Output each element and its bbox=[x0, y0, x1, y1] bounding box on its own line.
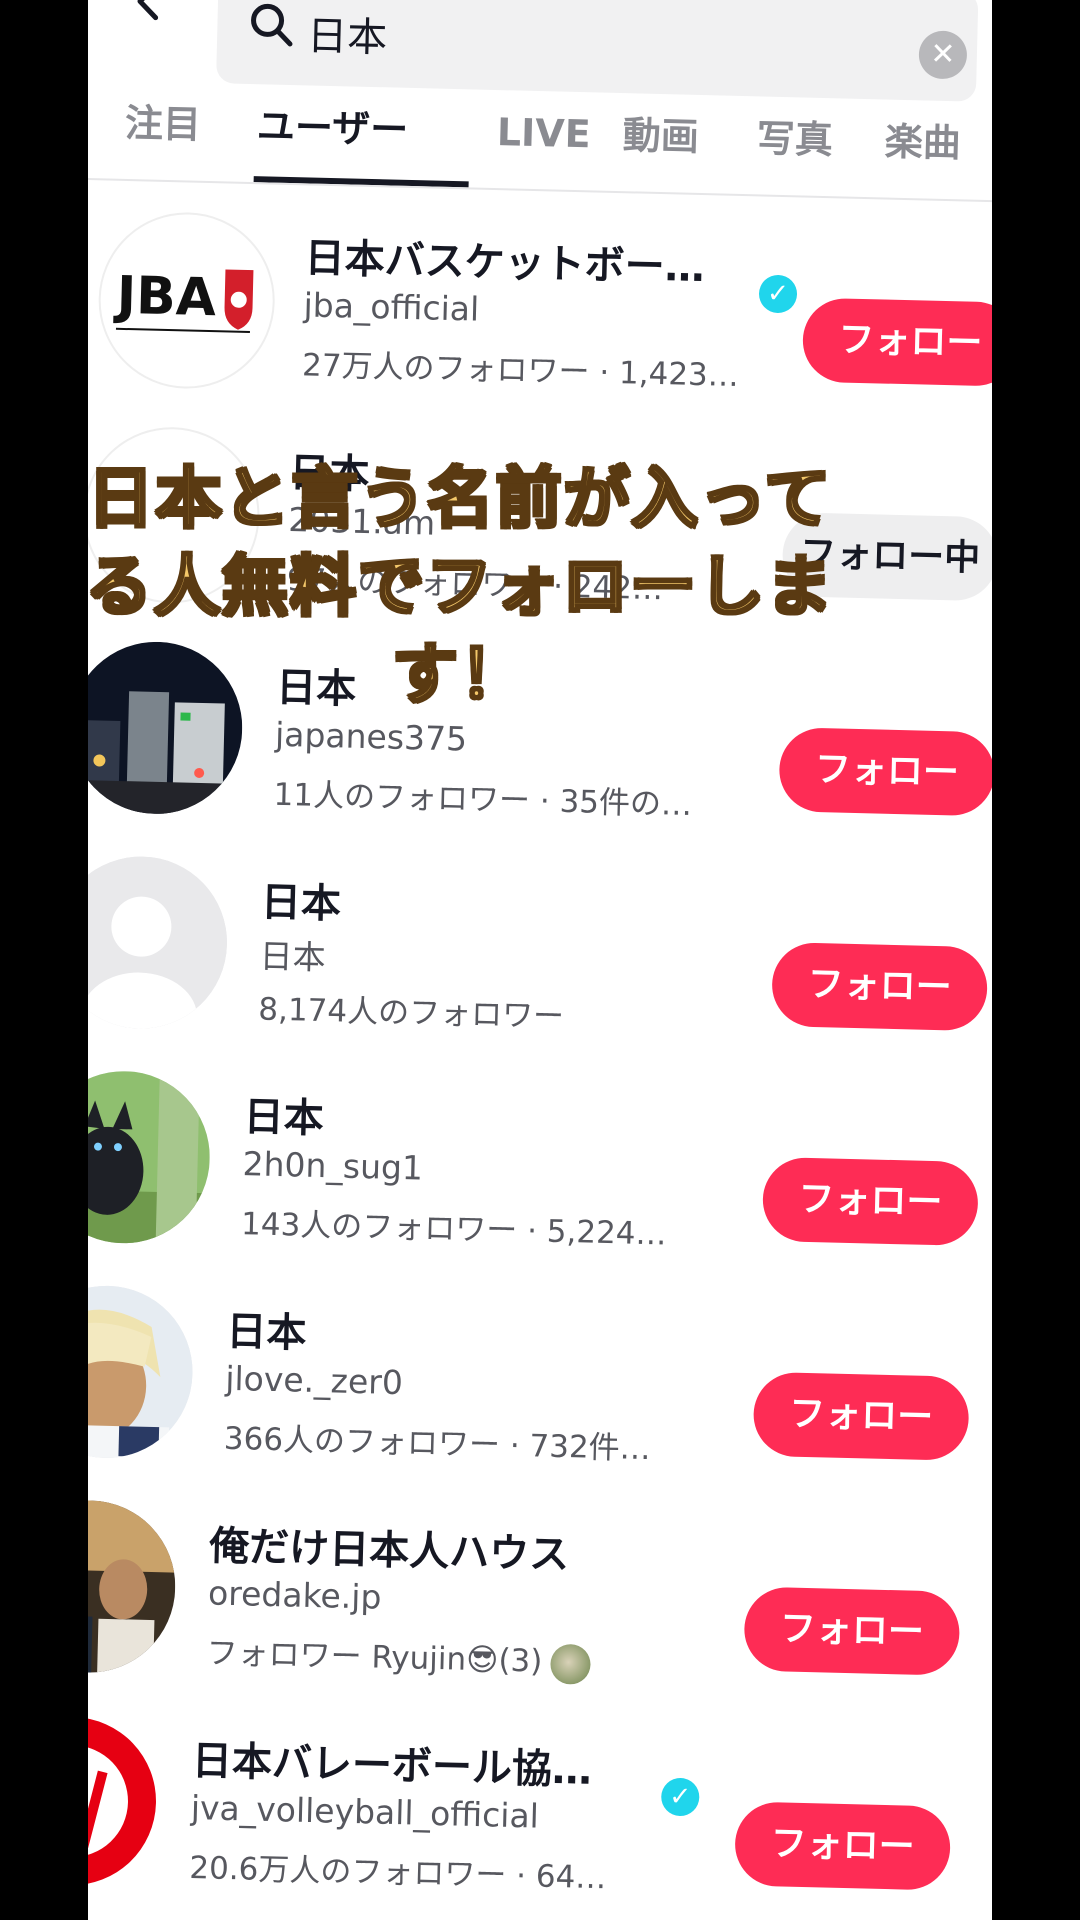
default-user-icon bbox=[88, 854, 230, 1031]
follow-button[interactable]: フォロー bbox=[771, 942, 989, 1032]
follow-button[interactable]: フォロー bbox=[743, 1586, 961, 1676]
list-item[interactable]: 日本 2h0n_sug1 143人のフォロワー · 5,224… フォロー bbox=[88, 1069, 992, 1283]
mutual-follower-avatar bbox=[549, 1643, 591, 1685]
user-meta: 366人のフォロワー · 732件… bbox=[223, 1420, 652, 1468]
search-input[interactable]: 日本 bbox=[307, 3, 388, 63]
search-tabs: 注目 ユーザー LIVE 動画 写真 楽曲 bbox=[88, 92, 992, 205]
user-handle: jlove._zer0 bbox=[224, 1358, 404, 1403]
phone-screen: 日本 ✕ 注目 ユーザー LIVE 動画 写真 楽曲 JBA 日本バスケットボー… bbox=[88, 0, 992, 1920]
list-item[interactable]: 日本 日本 8,174人のフォロワー フォロー bbox=[88, 854, 992, 1069]
follow-button[interactable]: フォロー bbox=[778, 727, 992, 817]
user-handle: japanes375 bbox=[274, 714, 468, 759]
jva-logo bbox=[88, 1717, 156, 1886]
avatar[interactable] bbox=[88, 1713, 161, 1890]
verified-badge-icon: ✓ bbox=[660, 1777, 700, 1817]
follow-button[interactable]: フォロー bbox=[801, 297, 992, 387]
search-bar[interactable]: 日本 ✕ bbox=[216, 0, 979, 102]
tab-videos[interactable]: 動画 bbox=[622, 105, 700, 187]
avatar[interactable] bbox=[88, 1069, 212, 1246]
avatar[interactable] bbox=[88, 1498, 178, 1675]
cat-illustration bbox=[88, 1069, 212, 1246]
tab-photos[interactable]: 写真 bbox=[756, 108, 834, 190]
verified-badge-icon: ✓ bbox=[758, 274, 798, 314]
avatar[interactable] bbox=[88, 854, 230, 1031]
tab-music[interactable]: 楽曲 bbox=[884, 112, 962, 194]
avatar[interactable]: JBA bbox=[96, 210, 277, 391]
user-handle: jva_volleyball_official bbox=[190, 1788, 540, 1836]
user-name[interactable]: 俺だけ日本人ハウス bbox=[209, 1513, 570, 1580]
close-icon[interactable]: ✕ bbox=[918, 30, 968, 80]
user-meta: 143人のフォロワー · 5,224… bbox=[240, 1206, 667, 1253]
back-arrow-icon[interactable] bbox=[127, 0, 168, 24]
list-item[interactable]: JBA 日本バスケットボー… ✓ jba_official 27万人のフォロワー… bbox=[96, 210, 992, 424]
user-meta: 8,174人のフォロワー bbox=[257, 991, 565, 1035]
mutual-followers-text: フォロワー Ryujin😎(3) bbox=[206, 1635, 543, 1680]
follow-button[interactable]: フォロー bbox=[761, 1156, 979, 1247]
caption-line: す！ bbox=[391, 635, 528, 715]
user-handle: jba_official bbox=[303, 285, 480, 329]
user-handle: oredake.jp bbox=[207, 1573, 382, 1617]
svg-text:JBA: JBA bbox=[113, 266, 217, 328]
list-item[interactable]: 日本 jlove._zer0 366人のフォロワー · 732件… フォロー bbox=[88, 1283, 992, 1498]
overlay-caption: 日本と言う名前が入って る人無料でフォローしま す！ bbox=[20, 455, 900, 719]
search-icon bbox=[251, 3, 293, 47]
user-meta: 27万人のフォロワー · 1,423… bbox=[301, 347, 740, 395]
tab-live[interactable]: LIVE bbox=[496, 102, 592, 184]
user-name[interactable]: 日本 bbox=[260, 870, 341, 930]
user-meta: フォロワー Ryujin😎(3) bbox=[206, 1627, 591, 1685]
list-item[interactable]: 俺だけ日本人ハウス oredake.jp フォロワー Ryujin😎(3) フォ… bbox=[88, 1498, 992, 1712]
user-meta: 20.6万人のフォロワー · 64… bbox=[188, 1850, 607, 1897]
group-photo bbox=[88, 1498, 178, 1675]
user-handle: 日本 bbox=[259, 936, 327, 978]
user-name[interactable]: 日本バスケットボー… bbox=[304, 225, 705, 293]
search-results-view: 日本 ✕ 注目 ユーザー LIVE 動画 写真 楽曲 JBA 日本バスケットボー… bbox=[88, 0, 992, 1920]
tab-users[interactable]: ユーザー bbox=[256, 96, 409, 180]
caption-line: 日本と言う名前が入って bbox=[86, 459, 833, 539]
jba-logo: JBA bbox=[113, 266, 254, 334]
avatar[interactable] bbox=[88, 1283, 195, 1460]
user-name[interactable]: 日本バレーボール協… bbox=[191, 1728, 592, 1796]
follow-button[interactable]: フォロー bbox=[752, 1371, 970, 1461]
user-meta: 11人のフォロワー · 35件の… bbox=[273, 776, 693, 823]
anime-character-image bbox=[88, 1283, 195, 1460]
user-name[interactable]: 日本 bbox=[243, 1084, 324, 1144]
follow-button[interactable]: フォロー bbox=[734, 1801, 952, 1891]
tab-featured[interactable]: 注目 bbox=[124, 93, 202, 175]
user-handle: 2h0n_sug1 bbox=[242, 1144, 424, 1188]
caption-line: る人無料でフォローしま bbox=[85, 547, 834, 627]
list-item[interactable]: 日本バレーボール協… ✓ jva_volleyball_official 20.… bbox=[88, 1713, 988, 1920]
user-name[interactable]: 日本 bbox=[226, 1299, 307, 1359]
